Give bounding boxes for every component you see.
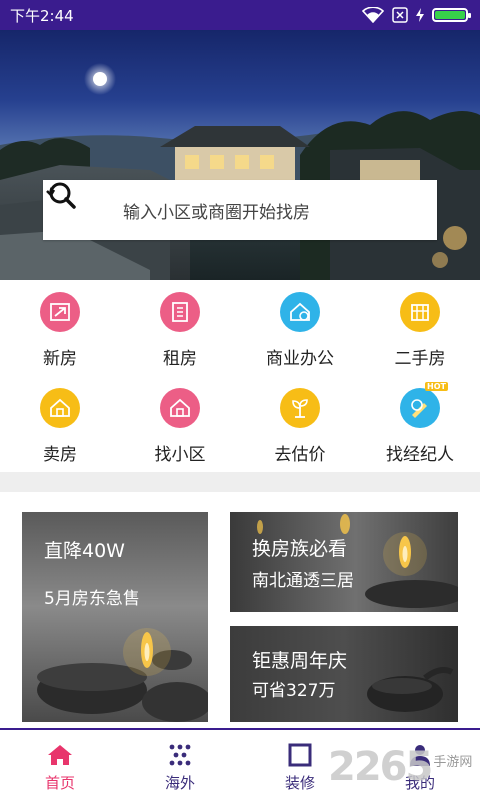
nav-home[interactable]: 首页 [0,730,120,800]
rent-icon [160,292,200,332]
nav-label: 首页 [44,774,75,792]
promo-image [367,667,454,712]
promo-subtitle: 南北通透三居 [252,571,354,591]
community-icon [160,388,200,428]
category-new-house[interactable]: 新房 [0,292,120,369]
watermark-text: 手游网 [433,754,473,770]
sell-house-icon [40,388,80,428]
app-screen: 下午2:44 输入小区或商圈开始找房 新房 租房 商业办公 二手房 卖房 找小区… [0,0,480,800]
watermark: 2265 手游网 [328,744,472,790]
category-agent[interactable]: HOT 找经纪人 [360,382,480,465]
new-house-icon [40,292,80,332]
home-icon [46,742,74,768]
office-icon [280,292,320,332]
category-rent[interactable]: 租房 [120,292,240,369]
status-time: 下午2:44 [10,6,74,25]
charging-icon [416,8,424,22]
hero-image [0,63,480,280]
category-label: 卖房 [43,445,77,465]
category-label: 二手房 [394,349,446,369]
promo-title: 换房族必看 [252,538,348,560]
category-label: 找小区 [154,445,206,465]
promo-title: 钜惠周年庆 [252,650,348,672]
category-second-hand[interactable]: 二手房 [360,292,480,369]
search-bar[interactable]: 输入小区或商圈开始找房 [43,180,437,240]
status-bar: 下午2:44 [0,0,480,30]
sim-icon [392,7,408,23]
section-divider [0,472,480,492]
promo-card-1[interactable]: 直降40W 5月房东急售 [22,512,208,722]
battery-icon [432,8,471,22]
promo-card-2[interactable]: 换房族必看 南北通透三居 [230,512,458,612]
nav-label: 海外 [164,774,195,792]
promo-image [257,514,458,608]
promo-subtitle: 5月房东急售 [44,589,140,609]
category-label: 新房 [43,349,77,369]
nav-overseas[interactable]: 海外 [120,730,240,800]
promo-title: 直降40W [44,540,125,562]
second-hand-icon [400,292,440,332]
decoration-icon [288,742,312,768]
search-placeholder: 输入小区或商圈开始找房 [123,202,310,223]
hero-banner[interactable]: 输入小区或商圈开始找房 [0,30,480,280]
category-label: 商业办公 [266,349,334,369]
agent-icon: HOT [400,382,448,428]
promo-card-3[interactable]: 钜惠周年庆 可省327万 [230,626,458,722]
category-valuation[interactable]: 去估价 [240,388,360,465]
category-grid: 新房 租房 商业办公 二手房 卖房 找小区 去估价 HOT 找经纪人 [0,280,480,470]
category-community[interactable]: 找小区 [120,388,240,465]
promo-subtitle: 可省327万 [252,681,336,701]
hot-badge: HOT [425,382,448,391]
wifi-icon [362,7,384,23]
overseas-icon [168,742,192,768]
category-label: 去估价 [274,445,326,465]
category-label: 租房 [163,349,197,369]
category-label: 找经纪人 [386,445,454,465]
category-sell-house[interactable]: 卖房 [0,388,120,465]
nav-label: 装修 [284,774,315,792]
status-icons [362,7,471,23]
watermark-number: 2265 [328,744,433,790]
category-office[interactable]: 商业办公 [240,292,360,369]
valuation-icon [280,388,320,428]
